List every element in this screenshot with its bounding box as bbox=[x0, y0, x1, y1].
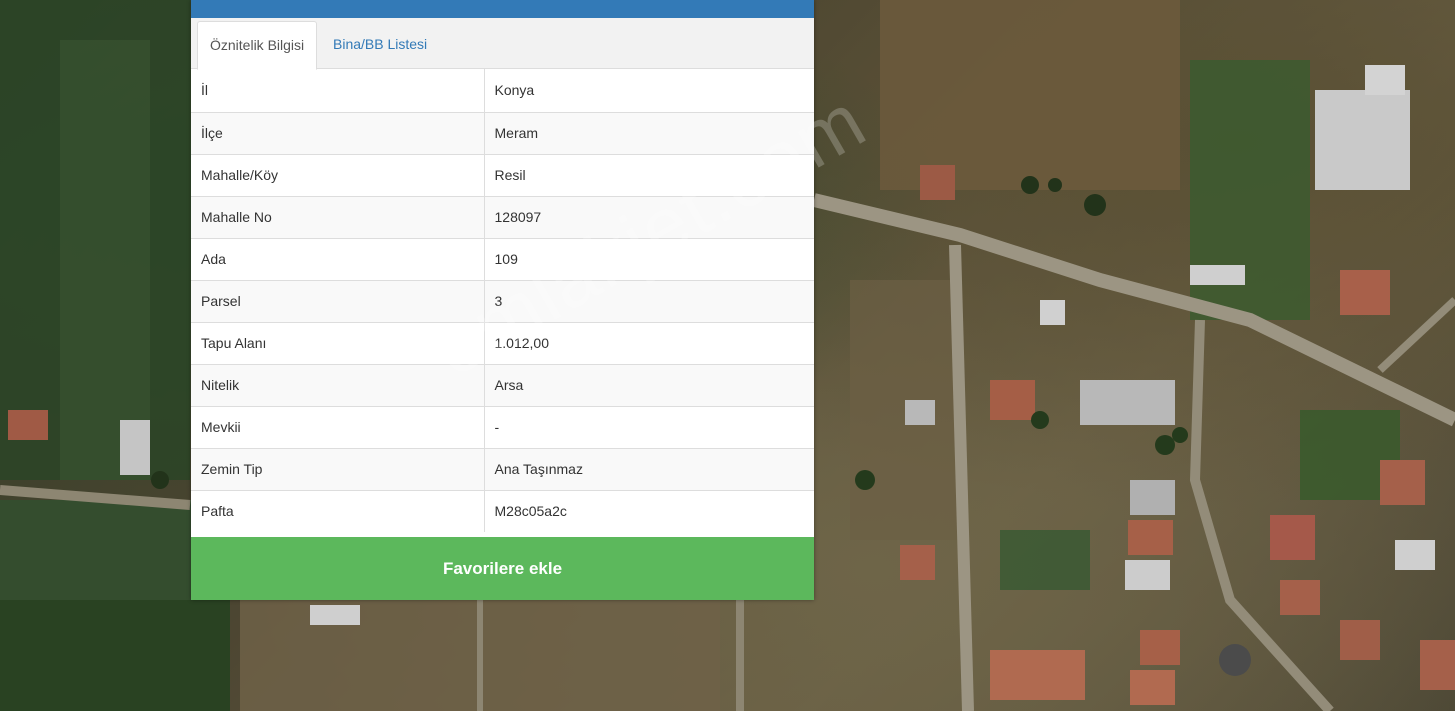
table-row: İl Konya bbox=[191, 69, 814, 112]
table-row: Mevkii - bbox=[191, 405, 814, 448]
panel-header-bar bbox=[191, 0, 814, 18]
attribute-value: Meram bbox=[484, 111, 814, 154]
attribute-value: - bbox=[484, 405, 814, 448]
attribute-key: İl bbox=[191, 69, 485, 112]
tab-attribute-info[interactable]: Öznitelik Bilgisi bbox=[197, 21, 318, 70]
attribute-key: Pafta bbox=[191, 489, 485, 532]
table-row: Mahalle No 128097 bbox=[191, 195, 814, 238]
attribute-key: Mevkii bbox=[191, 405, 485, 448]
table-row: İlçe Meram bbox=[191, 111, 814, 154]
table-row: Nitelik Arsa bbox=[191, 363, 814, 406]
tab-bar: Öznitelik Bilgisi Bina/BB Listesi bbox=[191, 18, 814, 70]
attribute-value: Ana Taşınmaz bbox=[484, 447, 814, 490]
attribute-key: Parsel bbox=[191, 279, 485, 322]
table-row: Ada 109 bbox=[191, 237, 814, 280]
attribute-key: Mahalle/Köy bbox=[191, 153, 485, 196]
attribute-value: 109 bbox=[484, 237, 814, 280]
attribute-key: Mahalle No bbox=[191, 195, 485, 238]
attribute-value: Konya bbox=[494, 82, 535, 99]
attribute-value: 128097 bbox=[484, 195, 814, 238]
attribute-value: 3 bbox=[484, 279, 814, 322]
attribute-key: İlçe bbox=[191, 111, 485, 154]
table-row: Tapu Alanı 1.012,00 bbox=[191, 321, 814, 364]
attribute-key: Zemin Tip bbox=[191, 447, 485, 490]
attribute-value: M28c05a2c bbox=[484, 489, 814, 532]
attribute-value: Resil bbox=[484, 153, 814, 196]
attribute-table: İl Konya İlçe Meram Mahalle/Köy Resil Mahalle … bbox=[191, 69, 814, 532]
attribute-key: Tapu Alanı bbox=[191, 321, 485, 364]
table-row: Mahalle/Köy Resil bbox=[191, 153, 814, 196]
attribute-value: Arsa bbox=[484, 363, 814, 406]
table-row: Parsel 3 bbox=[191, 279, 814, 322]
tab-building-list[interactable]: Bina/BB Listesi bbox=[321, 21, 439, 69]
attribute-key: Ada bbox=[191, 237, 485, 280]
attribute-panel: Öznitelik Bilgisi Bina/BB Listesi İl Kony… bbox=[191, 0, 814, 600]
add-to-favorites-button[interactable]: Favorilere ekle bbox=[191, 537, 814, 600]
table-row: Pafta M28c05a2c bbox=[191, 489, 814, 532]
attribute-key: Nitelik bbox=[191, 363, 485, 406]
table-row: Zemin Tip Ana Taşınmaz bbox=[191, 447, 814, 490]
attribute-value: 1.012,00 bbox=[484, 321, 814, 364]
